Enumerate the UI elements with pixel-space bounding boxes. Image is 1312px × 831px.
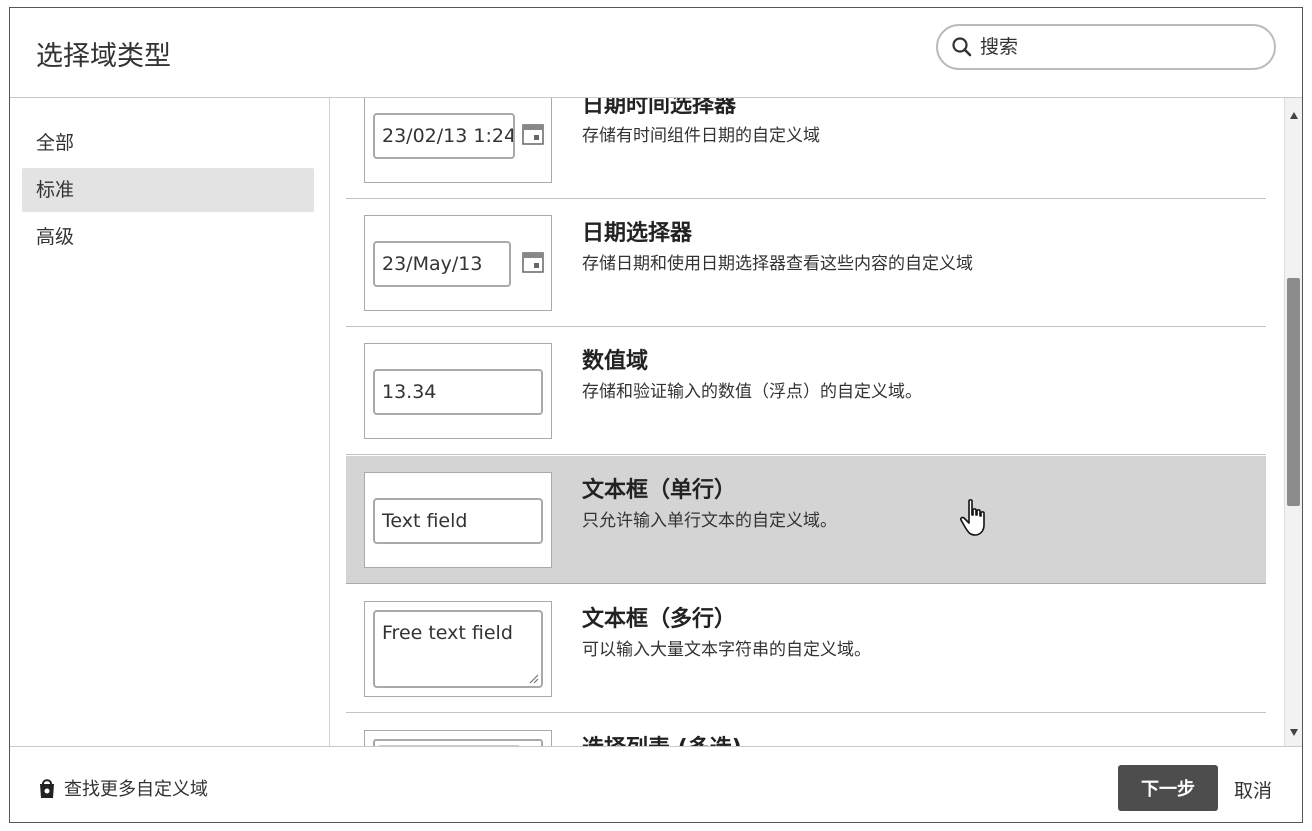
field-preview: 13.34 <box>364 343 552 439</box>
cancel-link[interactable]: 取消 <box>1234 776 1272 803</box>
field-type-description: 可以输入大量文本字符串的自定义域。 <box>582 640 871 660</box>
field-type-title: 文本框（单行） <box>582 478 737 503</box>
search-input[interactable] <box>976 36 1264 58</box>
find-more-fields-link[interactable]: 查找更多自定义域 <box>38 775 208 801</box>
hand-cursor-icon <box>959 499 985 536</box>
field-preview: Free text field <box>364 601 552 697</box>
list-scrollbar[interactable] <box>1284 98 1302 746</box>
scroll-thumb[interactable] <box>1287 278 1300 506</box>
next-button[interactable]: 下一步 <box>1118 765 1218 811</box>
field-type-title: 文本框（多行） <box>582 607 737 632</box>
field-type-description: 存储有时间组件日期的自定义域 <box>582 126 820 146</box>
field-type-row-number[interactable]: 13.34 数值域 存储和验证输入的数值（浮点）的自定义域。 <box>346 327 1266 455</box>
field-type-title: 数值域 <box>582 349 649 374</box>
category-sidebar: 全部 标准 高级 <box>10 98 330 746</box>
field-type-description: 只允许输入单行文本的自定义域。 <box>582 511 837 531</box>
resize-handle-icon <box>529 674 539 684</box>
preview-input: 23/May/13 <box>373 241 511 287</box>
field-preview: 23/02/13 1:24 <box>364 98 552 183</box>
field-type-row-datetime-picker[interactable]: 23/02/13 1:24 日期时间选择器 存储有时间组件日期的自定义域 <box>346 98 1266 199</box>
field-type-title: 选择列表 (多选) <box>582 730 742 746</box>
preview-input: 13.34 <box>373 369 543 415</box>
sidebar-item-all[interactable]: 全部 <box>22 121 314 165</box>
dialog-title: 选择域类型 <box>36 41 171 72</box>
preview-textarea: Free text field <box>373 610 543 688</box>
field-type-title: 日期选择器 <box>582 221 693 246</box>
preview-listbox <box>373 739 543 746</box>
field-type-row-select-multi[interactable]: 选择列表 (多选) <box>346 714 1266 746</box>
search-icon <box>952 37 972 57</box>
search-box[interactable] <box>936 24 1276 70</box>
field-type-row-text-single[interactable]: Text field 文本框（单行） 只允许输入单行文本的自定义域。 <box>346 456 1266 584</box>
field-type-title: 日期时间选择器 <box>582 98 737 118</box>
select-field-type-dialog: 选择域类型 全部 标准 高级 23/02/13 1:24 日期时间选择 <box>9 7 1303 823</box>
sidebar-item-advanced[interactable]: 高级 <box>22 215 314 259</box>
field-type-description: 存储和验证输入的数值（浮点）的自定义域。 <box>582 382 922 402</box>
find-more-fields-label: 查找更多自定义域 <box>64 779 208 800</box>
preview-textarea-text: Free text field <box>382 622 513 644</box>
field-preview <box>364 730 552 746</box>
calendar-icon <box>522 252 544 273</box>
field-type-row-text-multi[interactable]: Free text field 文本框（多行） 可以输入大量文本字符串的自定义域… <box>346 585 1266 713</box>
field-preview: 23/May/13 <box>364 215 552 311</box>
calendar-icon <box>522 124 544 145</box>
field-type-row-date-picker[interactable]: 23/May/13 日期选择器 存储日期和使用日期选择器查看这些内容的自定义域 <box>346 199 1266 327</box>
scroll-down-arrow-icon[interactable] <box>1290 729 1298 736</box>
field-preview: Text field <box>364 472 552 568</box>
dialog-header: 选择域类型 <box>10 8 1302 98</box>
field-type-list: 23/02/13 1:24 日期时间选择器 存储有时间组件日期的自定义域 23/… <box>330 98 1284 746</box>
shopping-bag-icon <box>40 779 54 798</box>
scroll-up-arrow-icon[interactable] <box>1290 112 1298 119</box>
field-type-description: 存储日期和使用日期选择器查看这些内容的自定义域 <box>582 254 973 274</box>
dialog-footer: 查找更多自定义域 下一步 取消 <box>10 746 1302 822</box>
sidebar-item-standard[interactable]: 标准 <box>22 168 314 212</box>
preview-input: Text field <box>373 498 543 544</box>
preview-input: 23/02/13 1:24 <box>373 113 515 159</box>
